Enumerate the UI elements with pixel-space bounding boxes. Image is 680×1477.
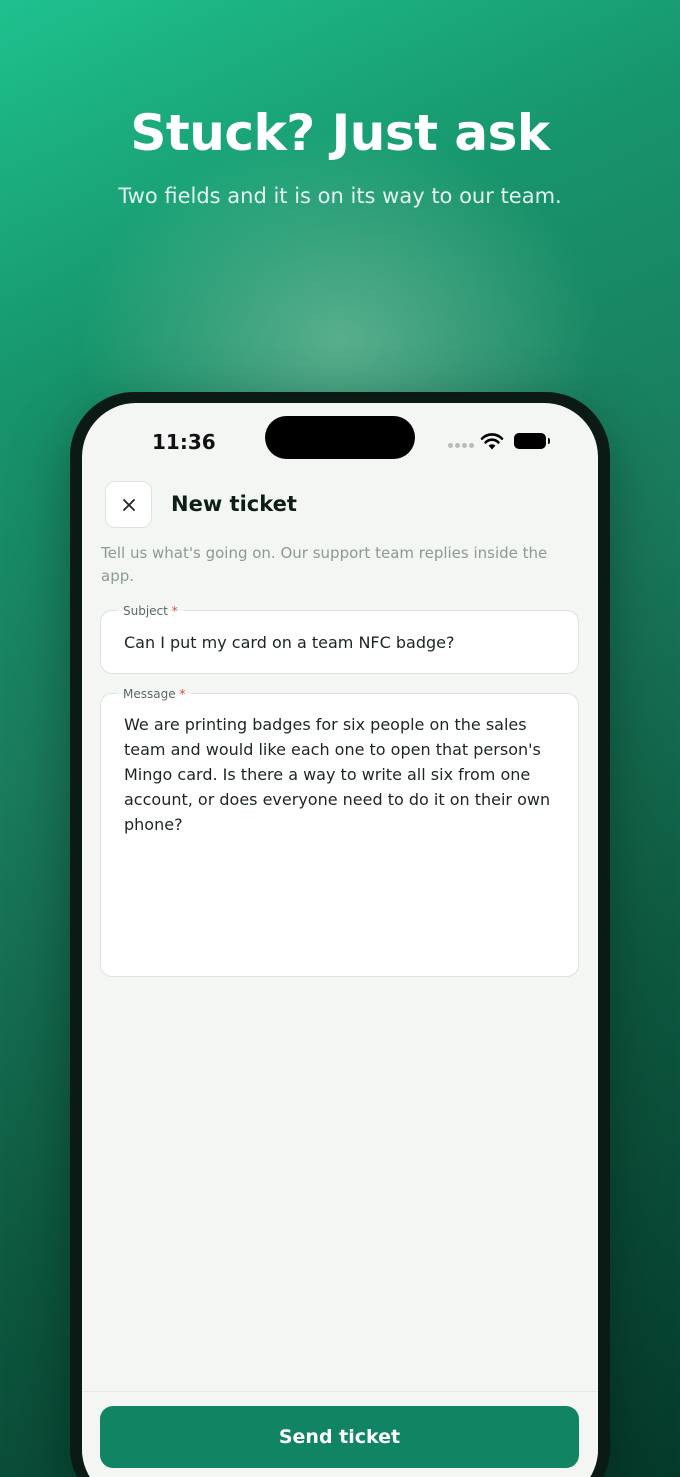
- message-required-mark: *: [179, 687, 186, 701]
- message-field[interactable]: Message * We are printing badges for six…: [100, 686, 579, 977]
- subject-label-text: Subject: [123, 604, 168, 618]
- status-time: 11:36: [152, 430, 216, 454]
- message-label: Message *: [117, 686, 192, 702]
- phone-screen: 11:36 New ticket Tell us what's going on…: [82, 403, 598, 1477]
- message-textarea[interactable]: We are printing badges for six people on…: [124, 712, 558, 837]
- footer-bar: Send ticket: [82, 1391, 598, 1477]
- subject-field[interactable]: Subject * Can I put my card on a team NF…: [100, 603, 579, 674]
- signal-dots-icon: [448, 443, 476, 448]
- close-icon: [122, 498, 135, 511]
- wifi-icon: [480, 433, 504, 450]
- message-label-text: Message: [123, 687, 176, 701]
- close-button[interactable]: [105, 481, 152, 528]
- subject-input[interactable]: Can I put my card on a team NFC badge?: [124, 630, 558, 655]
- phone-frame: 11:36 New ticket Tell us what's going on…: [70, 392, 610, 1477]
- dynamic-island: [265, 416, 415, 459]
- battery-icon: [514, 433, 550, 449]
- send-ticket-button[interactable]: Send ticket: [100, 1406, 579, 1468]
- intro-text: Tell us what's going on. Our support tea…: [101, 544, 548, 585]
- subject-label: Subject *: [117, 603, 184, 619]
- hero-title: Stuck? Just ask: [130, 104, 550, 162]
- subject-required-mark: *: [171, 604, 178, 618]
- page-title: New ticket: [171, 492, 297, 516]
- hero-subtitle: Two fields and it is on its way to our t…: [118, 184, 562, 208]
